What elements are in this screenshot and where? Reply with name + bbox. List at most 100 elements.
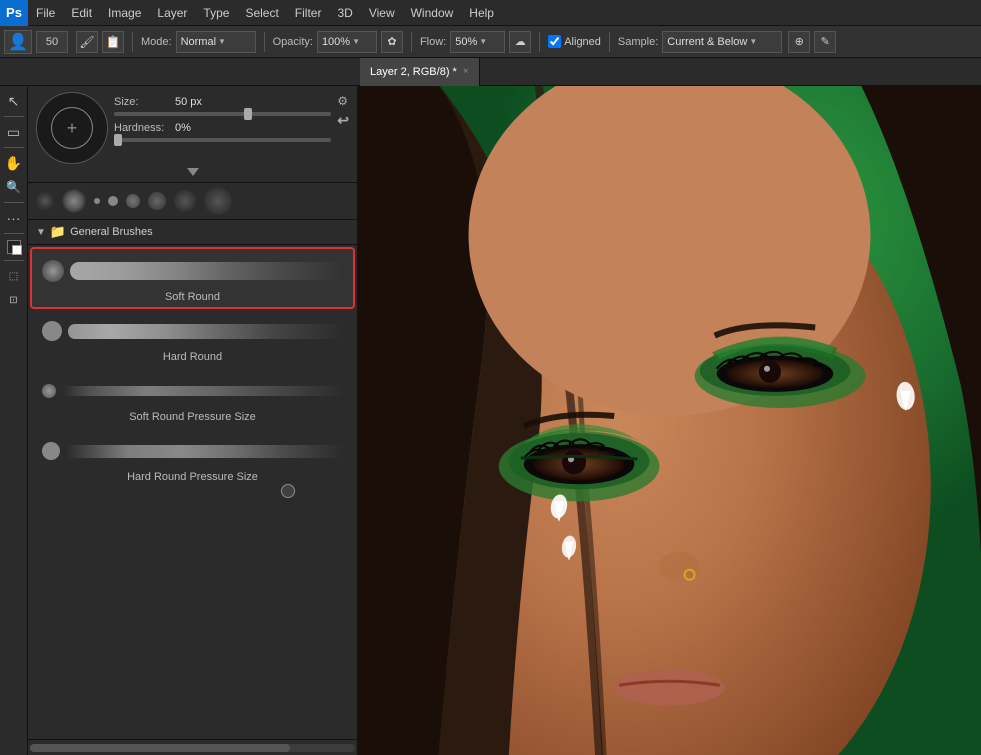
group-chevron-icon[interactable]: ▼	[36, 227, 46, 238]
background-color[interactable]	[12, 245, 22, 255]
size-slider-thumb[interactable]	[244, 108, 252, 120]
panel-collapse-arrow[interactable]	[187, 168, 199, 176]
hardness-slider-thumb[interactable]	[114, 134, 122, 146]
panel-new-icon[interactable]: ↩	[337, 112, 349, 129]
brush-thumbnails-row	[28, 183, 357, 220]
hardness-slider[interactable]	[114, 138, 331, 142]
brush-thumb-2[interactable]	[62, 189, 86, 213]
group-label: General Brushes	[70, 226, 153, 238]
pressure-opacity-icon[interactable]: ✿	[381, 31, 403, 53]
brush-item-hard-round-pressure[interactable]: Hard Round Pressure Size	[32, 429, 353, 487]
panel-settings-icon[interactable]: ⚙	[337, 94, 349, 108]
menu-layer[interactable]: Layer	[149, 0, 195, 25]
brush-hard-pressure-dot	[42, 442, 60, 460]
panel-hscrollbar[interactable]	[28, 739, 357, 755]
brush-preview-area: Size: 50 px Hardness: 0%	[28, 86, 357, 183]
brush-panel: Size: 50 px Hardness: 0%	[28, 86, 358, 755]
brush-list-header: ▼ 📁 General Brushes	[28, 220, 357, 245]
tool-hand[interactable]: ✋	[3, 152, 25, 174]
brush-soft-round-label: Soft Round	[38, 291, 347, 303]
panel-hscroll-thumb[interactable]	[30, 744, 290, 752]
menu-filter[interactable]: Filter	[287, 0, 330, 25]
brush-thumb-3[interactable]	[94, 198, 100, 204]
aligned-checkbox[interactable]	[548, 35, 561, 48]
canvas-area[interactable]	[358, 86, 981, 755]
flow-arrow: ▼	[479, 37, 487, 46]
tool-move[interactable]: ↖	[3, 90, 25, 112]
brush-item-hard-round[interactable]: Hard Round	[32, 309, 353, 367]
toggle-brush-panel-icon[interactable]: 🖌	[76, 31, 98, 53]
brush-item-soft-round-pressure[interactable]: Soft Round Pressure Size	[32, 369, 353, 427]
flow-label: Flow:	[420, 36, 446, 48]
menu-image[interactable]: Image	[100, 0, 149, 25]
hardness-value: 0%	[175, 122, 191, 134]
airbrush-icon[interactable]: ☁	[509, 31, 531, 53]
brush-thumb-1[interactable]	[36, 192, 54, 210]
brush-list-title[interactable]: ▼ 📁 General Brushes	[36, 224, 153, 240]
menu-window[interactable]: Window	[403, 0, 462, 25]
tool-misc[interactable]: ···	[3, 207, 25, 229]
opacity-dropdown[interactable]: 100% ▼	[317, 31, 377, 53]
flow-dropdown[interactable]: 50% ▼	[450, 31, 505, 53]
ignore-adjustment-icon[interactable]: ⊕	[788, 31, 810, 53]
tool-sep-5	[4, 260, 24, 261]
sep4	[539, 32, 540, 52]
tool-zoom[interactable]: 🔍	[3, 176, 25, 198]
hard-round-stroke	[68, 324, 343, 339]
brush-item-hard-round-preview	[38, 313, 347, 349]
brush-list[interactable]: Soft Round Hard Round	[28, 245, 357, 739]
brush-thumb-4[interactable]	[108, 196, 118, 206]
tool-sep-3	[4, 202, 24, 203]
brush-size-display[interactable]: 50	[36, 31, 68, 53]
tool-sep-4	[4, 233, 24, 234]
menu-select[interactable]: Select	[237, 0, 286, 25]
menu-items: File Edit Image Layer Type Select Filter…	[28, 0, 502, 25]
brush-soft-pressure-dot	[42, 384, 56, 398]
hardness-label: Hardness:	[114, 122, 169, 134]
mode-dropdown[interactable]: Normal ▼	[176, 31, 256, 53]
aligned-checkbox-group[interactable]: Aligned	[548, 35, 601, 48]
sep3	[411, 32, 412, 52]
hardness-row: Hardness: 0%	[114, 122, 331, 134]
options-bar: 👤 50 🖌 📋 Mode: Normal ▼ Opacity: 100% ▼ …	[0, 26, 981, 58]
brush-item-soft-round[interactable]: Soft Round	[32, 249, 353, 307]
tool-screen-mode[interactable]: ⊡	[3, 289, 25, 311]
menu-view[interactable]: View	[361, 0, 403, 25]
size-slider[interactable]	[114, 112, 331, 116]
folder-icon: 📁	[50, 224, 66, 240]
brush-thumb-8[interactable]	[204, 187, 232, 215]
soft-pressure-stroke	[62, 386, 343, 396]
tab-close-icon[interactable]: ×	[463, 66, 469, 77]
tool-preset-picker[interactable]: 👤	[4, 30, 32, 54]
brush-soft-round-dot	[42, 260, 64, 282]
brush-thumb-6[interactable]	[148, 192, 166, 210]
brush-thumb-5[interactable]	[126, 194, 140, 208]
menu-file[interactable]: File	[28, 0, 63, 25]
document-tab[interactable]: Layer 2, RGB/8) * ×	[360, 58, 480, 86]
tool-marquee[interactable]: ▭	[3, 121, 25, 143]
sep1	[132, 32, 133, 52]
mode-label: Mode:	[141, 36, 172, 48]
foreground-color[interactable]	[7, 240, 21, 254]
mode-dropdown-arrow: ▼	[218, 37, 226, 46]
tool-mask[interactable]: ⬚	[3, 265, 25, 287]
menu-3d[interactable]: 3D	[329, 0, 360, 25]
brush-soft-round-pressure-label: Soft Round Pressure Size	[38, 411, 347, 423]
size-label: Size:	[114, 96, 169, 108]
panel-hscroll-track[interactable]	[30, 744, 355, 752]
main-area: ↖ ▭ ✋ 🔍 ··· ⬚ ⊡ Size: 50 px	[0, 86, 981, 755]
brush-item-soft-round-preview	[38, 253, 347, 289]
brush-item-hard-round-pressure-preview	[38, 433, 347, 469]
menu-type[interactable]: Type	[195, 0, 237, 25]
opacity-arrow: ▼	[352, 37, 360, 46]
tab-label: Layer 2, RGB/8) *	[370, 66, 457, 78]
sample-dropdown[interactable]: Current & Below ▼	[662, 31, 782, 53]
brush-thumb-7[interactable]	[174, 190, 196, 212]
cursor-indicator	[281, 484, 297, 500]
opacity-label: Opacity:	[273, 36, 313, 48]
clone-source-icon[interactable]: 📋	[102, 31, 124, 53]
clone-overlay-icon[interactable]: ✎	[814, 31, 836, 53]
sample-label: Sample:	[618, 36, 658, 48]
menu-help[interactable]: Help	[461, 0, 502, 25]
menu-edit[interactable]: Edit	[63, 0, 100, 25]
